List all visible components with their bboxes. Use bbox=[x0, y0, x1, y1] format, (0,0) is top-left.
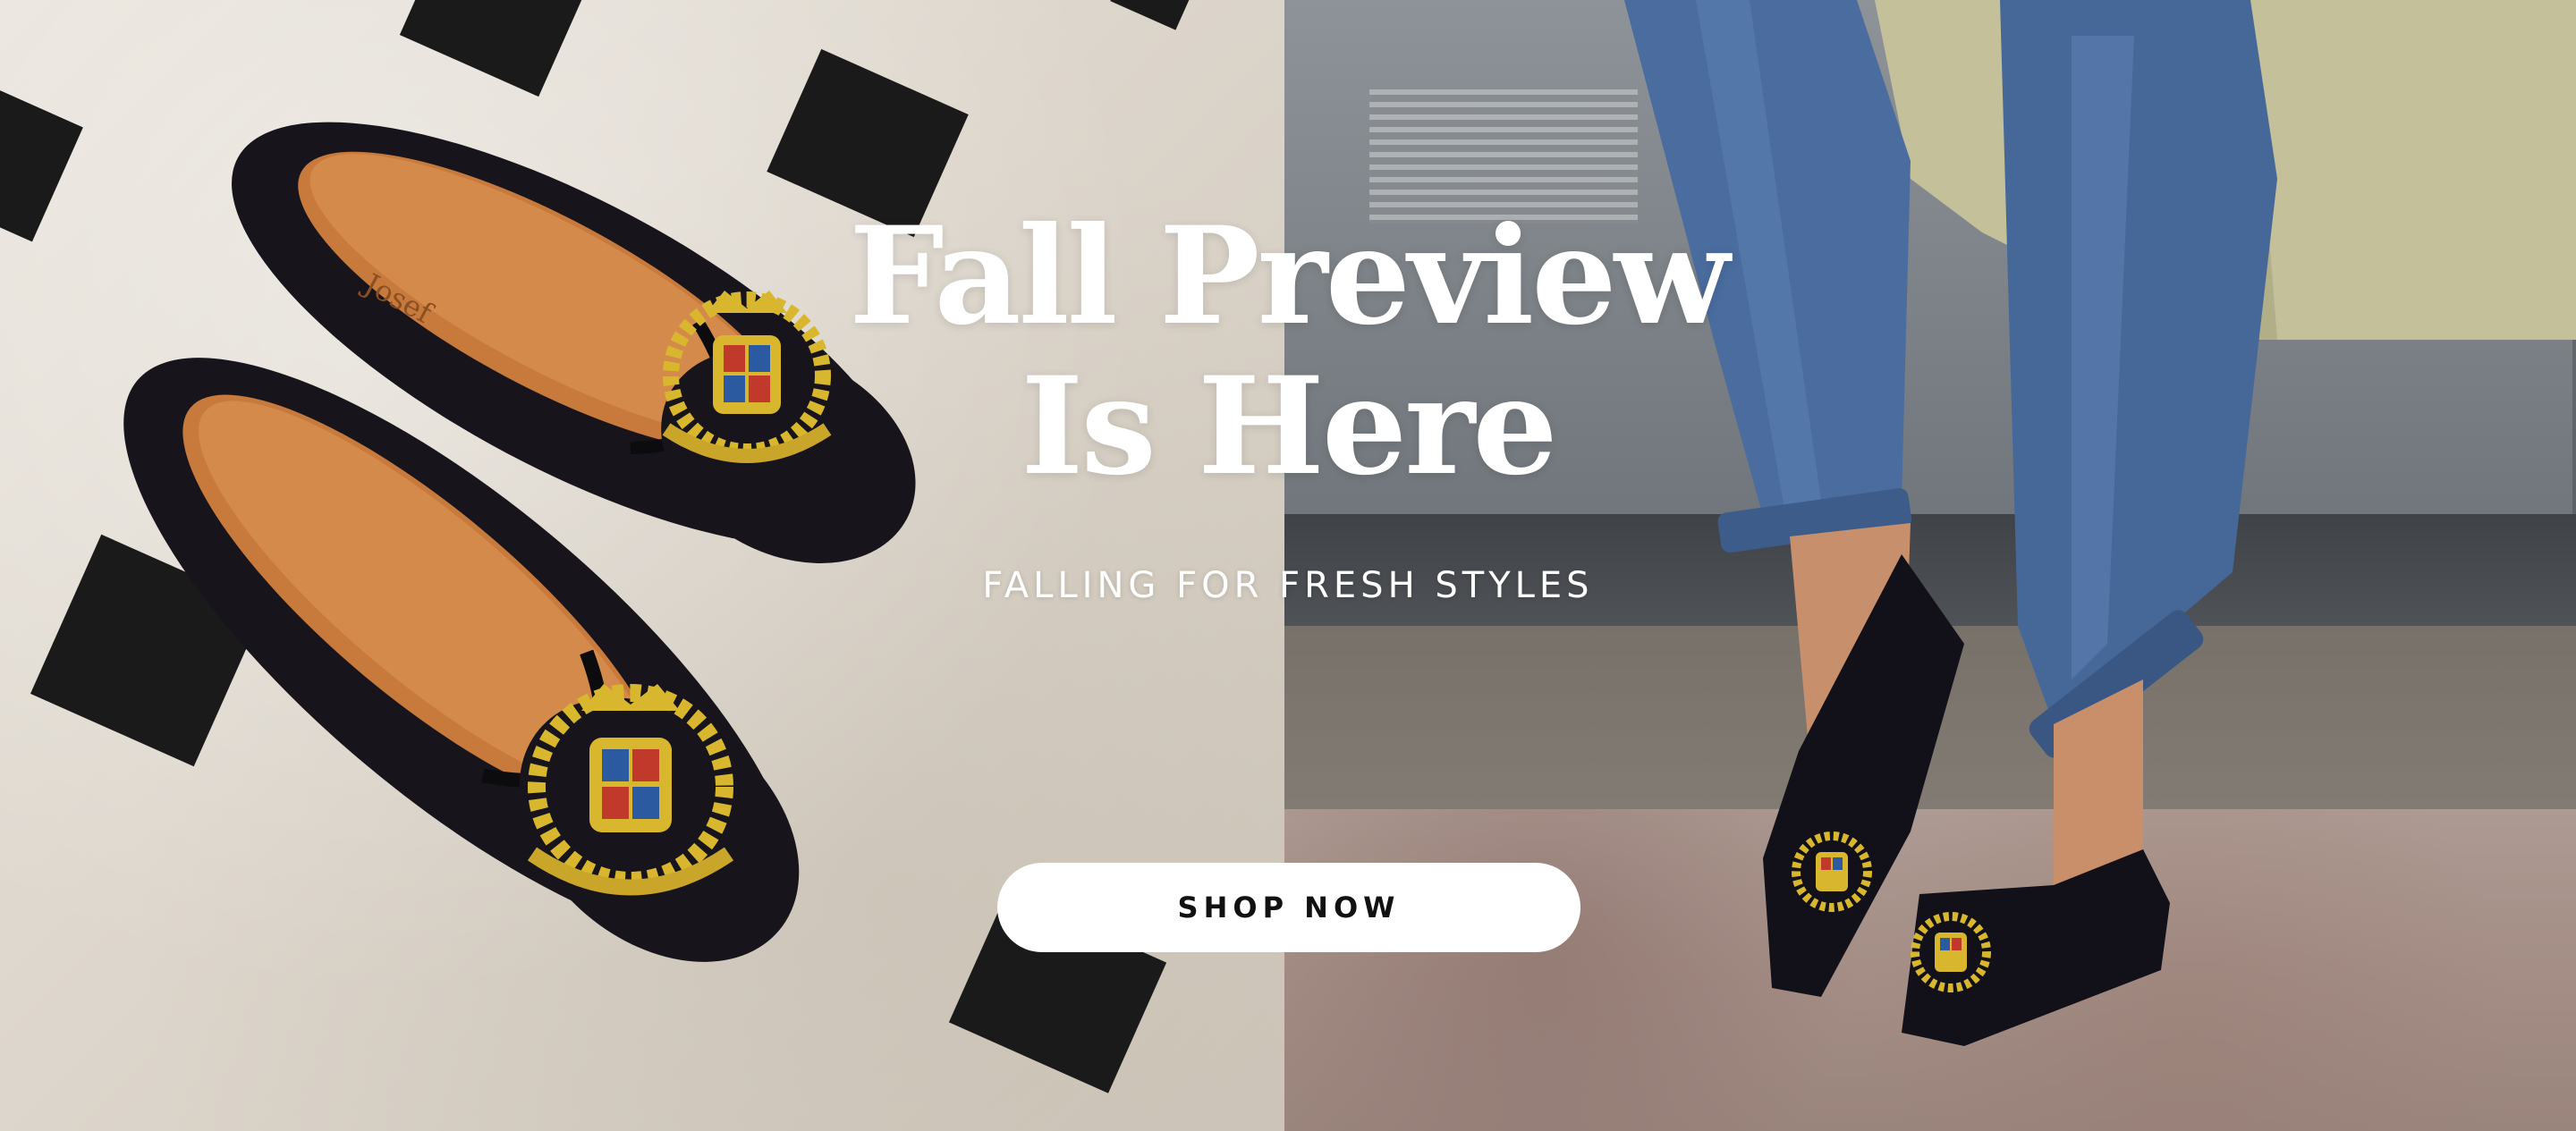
hero-headline-line1: Fall Preview bbox=[849, 198, 1730, 355]
shop-now-button[interactable]: SHOP NOW bbox=[997, 863, 1580, 952]
hero-subheadline: FALLING FOR FRESH STYLES bbox=[982, 565, 1594, 606]
hero-headline: Fall Preview Is Here bbox=[0, 201, 2576, 502]
hero-headline-line2: Is Here bbox=[1021, 348, 1557, 505]
hero-banner[interactable]: Josef Fall Preview Is Here FALLING FOR F… bbox=[0, 0, 2576, 1131]
